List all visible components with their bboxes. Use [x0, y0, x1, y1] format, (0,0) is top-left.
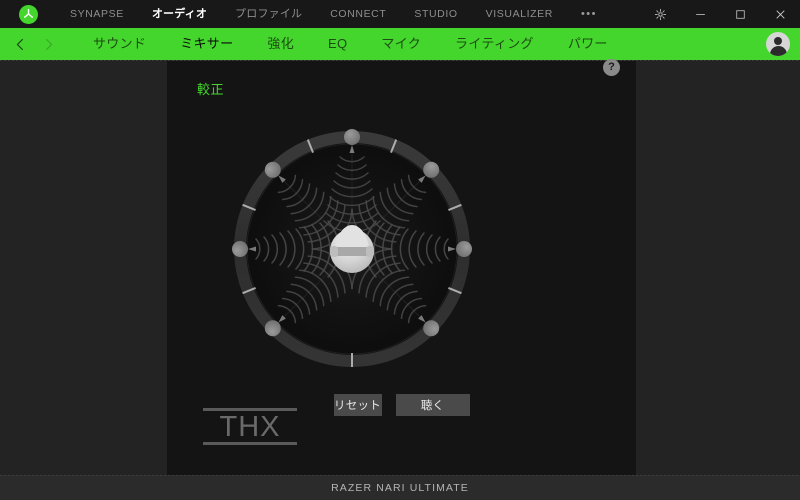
- reset-button[interactable]: リセット: [333, 394, 382, 416]
- razer-synapse-window: SYNAPSE オーディオ プロファイル CONNECT STUDIO VISU…: [0, 0, 800, 500]
- status-bar-divider: [0, 475, 800, 476]
- window-controls: [640, 0, 800, 28]
- nav-tab-enhancement[interactable]: 強化: [250, 28, 311, 60]
- title-bar-menu: SYNAPSE オーディオ プロファイル CONNECT STUDIO VISU…: [56, 0, 611, 28]
- minimize-button[interactable]: [680, 0, 720, 28]
- maximize-icon: [735, 9, 745, 19]
- user-avatar-icon[interactable]: [766, 32, 790, 56]
- razer-snake-glyph: [23, 8, 33, 18]
- title-tab-synapse[interactable]: SYNAPSE: [56, 0, 138, 28]
- nav-tabs: サウンド ミキサー 強化 EQ マイク ライティング パワー: [76, 28, 625, 60]
- calibration-panel: 較正 ? リセット 聴く THX: [167, 59, 636, 475]
- maximize-button[interactable]: [720, 0, 760, 28]
- minimize-icon: [695, 13, 705, 15]
- listen-button[interactable]: 聴く: [395, 394, 470, 416]
- app-logo: [0, 4, 56, 24]
- chevron-left-icon: [16, 38, 23, 50]
- title-tab-studio[interactable]: STUDIO: [400, 0, 471, 28]
- title-overflow-button[interactable]: •••: [567, 0, 611, 28]
- thx-wordmark: THX: [219, 411, 281, 443]
- device-name-label: RAZER NARI ULTIMATE: [331, 481, 469, 494]
- title-tab-connect[interactable]: CONNECT: [316, 0, 400, 28]
- status-bar: RAZER NARI ULTIMATE: [0, 475, 800, 500]
- nav-tab-mixer[interactable]: ミキサー: [163, 28, 250, 60]
- calibration-diagram: [232, 129, 472, 367]
- page-title: 較正: [197, 82, 225, 97]
- nav-tab-eq[interactable]: EQ: [311, 28, 364, 60]
- nav-forward-button[interactable]: [34, 28, 62, 60]
- nav-back-button[interactable]: [6, 28, 34, 60]
- nav-tab-mic[interactable]: マイク: [364, 28, 438, 60]
- workspace: 較正 ? リセット 聴く THX: [0, 59, 800, 475]
- nav-tab-sound[interactable]: サウンド: [76, 28, 163, 60]
- avatar-head: [774, 36, 782, 45]
- close-button[interactable]: [760, 0, 800, 28]
- chevron-right-icon: [45, 38, 52, 50]
- title-tab-audio[interactable]: オーディオ: [138, 0, 221, 28]
- nav-tab-power[interactable]: パワー: [551, 28, 625, 60]
- razer-logo-icon: [18, 4, 38, 24]
- title-tab-visualizer[interactable]: VISUALIZER: [472, 0, 567, 28]
- nav-tab-lighting[interactable]: ライティング: [438, 28, 551, 60]
- close-icon: [775, 9, 785, 19]
- title-tab-profile[interactable]: プロファイル: [221, 0, 316, 28]
- avatar-body: [769, 46, 787, 56]
- gear-icon: [654, 8, 666, 20]
- surround-calibration-widget[interactable]: [222, 119, 482, 379]
- thx-logo: THX: [203, 408, 297, 445]
- navigation-bar: サウンド ミキサー 強化 EQ マイク ライティング パワー: [0, 28, 800, 60]
- title-bar: SYNAPSE オーディオ プロファイル CONNECT STUDIO VISU…: [0, 0, 800, 28]
- settings-button[interactable]: [640, 0, 680, 28]
- help-icon[interactable]: ?: [603, 59, 620, 76]
